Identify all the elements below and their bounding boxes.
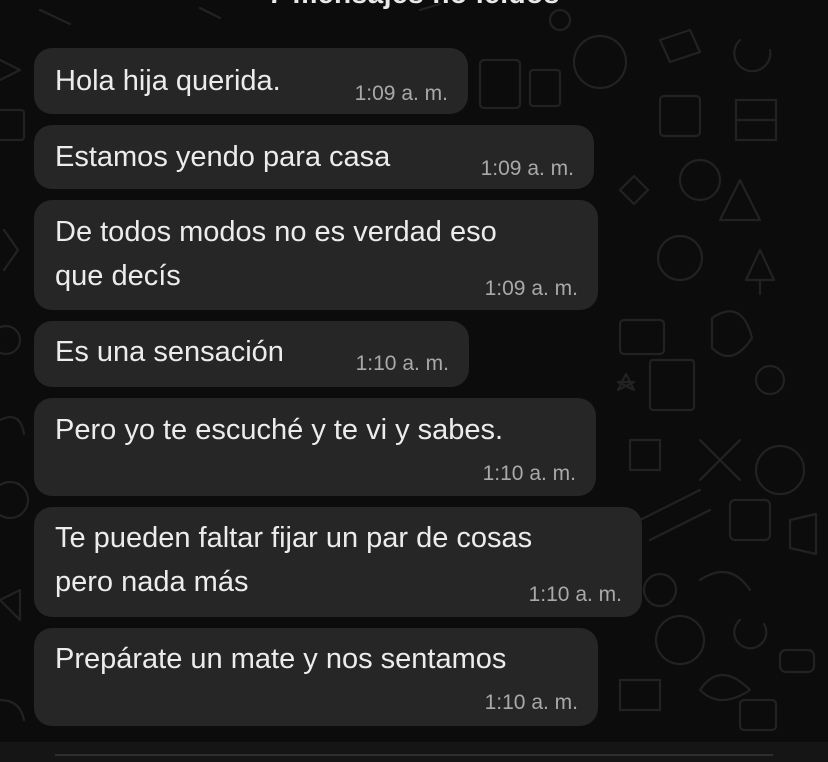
chat-window: 7 mensajes no leídos Hola hija querida. … bbox=[0, 0, 828, 762]
message-text: Pero yo te escuché y te vi y sabes. bbox=[55, 414, 504, 446]
message-bubble[interactable]: Es una sensación 1:10 a. m. bbox=[34, 321, 469, 387]
message-bubble[interactable]: Hola hija querida. 1:09 a. m. bbox=[34, 48, 468, 114]
message-time: 1:09 a. m. bbox=[484, 277, 578, 300]
message-text: Estamos yendo para casa bbox=[55, 141, 391, 173]
message-time: 1:10 a. m. bbox=[528, 583, 622, 606]
message-bubble[interactable]: Te pueden faltar fijar un par de cosas p… bbox=[34, 507, 642, 617]
message-time: 1:10 a. m. bbox=[482, 462, 576, 485]
divider bbox=[55, 754, 773, 756]
message-text: De todos modos no es verdad eso que decí… bbox=[55, 216, 497, 292]
message-text: Es una sensación bbox=[55, 336, 284, 368]
message-bubble[interactable]: De todos modos no es verdad eso que decí… bbox=[34, 200, 598, 310]
message-bubble[interactable]: Pero yo te escuché y te vi y sabes. 1:10… bbox=[34, 398, 596, 496]
message-time: 1:10 a. m. bbox=[355, 352, 449, 375]
message-text: Hola hija querida. bbox=[55, 65, 281, 97]
message-time: 1:09 a. m. bbox=[480, 157, 574, 180]
message-time: 1:10 a. m. bbox=[484, 691, 578, 714]
message-text: Prepárate un mate y nos sentamos bbox=[55, 643, 507, 675]
message-time: 1:09 a. m. bbox=[354, 82, 448, 105]
unread-messages-banner: 7 mensajes no leídos bbox=[0, 0, 828, 10]
message-bubble[interactable]: Prepárate un mate y nos sentamos 1:10 a.… bbox=[34, 628, 598, 726]
message-bubble[interactable]: Estamos yendo para casa 1:09 a. m. bbox=[34, 125, 594, 189]
message-text: Te pueden faltar fijar un par de cosas p… bbox=[55, 522, 533, 598]
bottom-bar bbox=[0, 742, 828, 762]
